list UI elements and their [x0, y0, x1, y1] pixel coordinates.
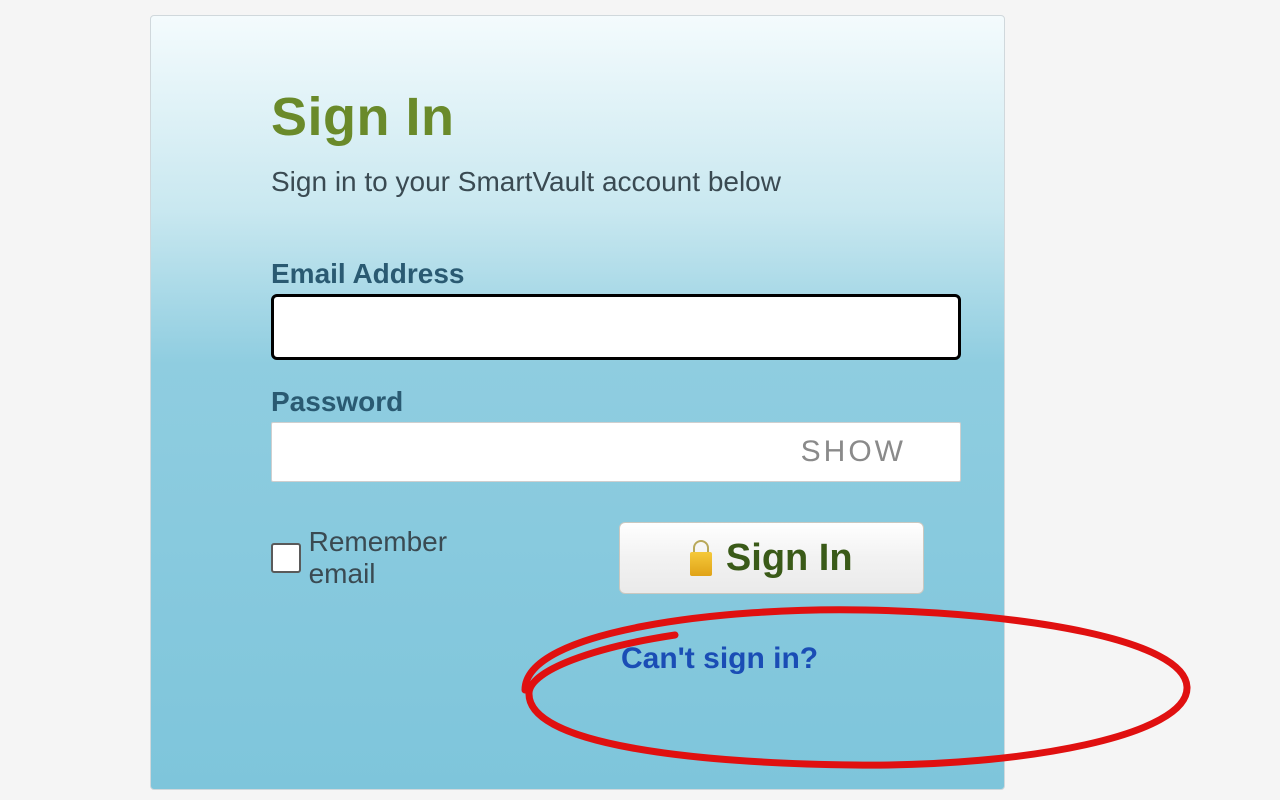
- signin-card: Sign In Sign in to your SmartVault accou…: [150, 15, 1005, 790]
- email-label: Email Address: [271, 258, 924, 290]
- remember-email-checkbox[interactable]: [271, 543, 301, 573]
- remember-email-control[interactable]: Remember email: [271, 526, 519, 590]
- actions-row: Remember email Sign In: [271, 522, 924, 594]
- page-title: Sign In: [271, 86, 924, 148]
- signin-button-label: Sign In: [726, 537, 853, 580]
- email-field[interactable]: [271, 294, 961, 360]
- remember-email-label: Remember email: [309, 526, 519, 590]
- cant-signin-wrap: Can't sign in?: [621, 642, 924, 676]
- cant-signin-link[interactable]: Can't sign in?: [621, 642, 818, 675]
- password-label: Password: [271, 386, 924, 418]
- page-subtitle: Sign in to your SmartVault account below: [271, 166, 924, 198]
- show-password-toggle[interactable]: SHOW: [801, 435, 906, 469]
- lock-icon: [690, 540, 712, 576]
- password-input-wrap: SHOW: [271, 422, 924, 482]
- email-input-wrap: [271, 294, 924, 360]
- signin-button[interactable]: Sign In: [619, 522, 925, 594]
